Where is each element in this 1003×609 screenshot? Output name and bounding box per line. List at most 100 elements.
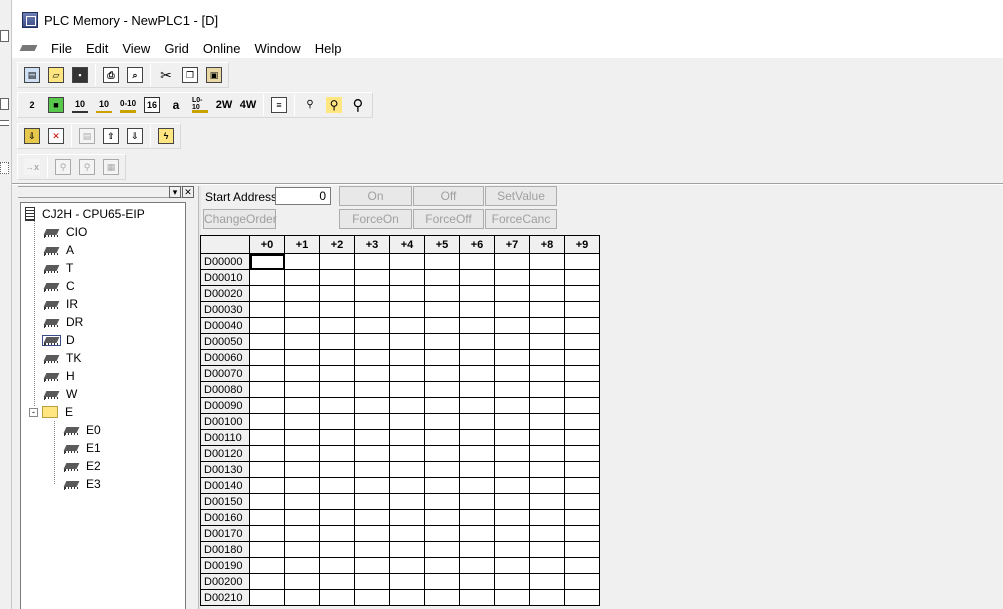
memory-cell[interactable] xyxy=(249,301,285,318)
memory-cell[interactable] xyxy=(494,557,530,574)
memory-cell[interactable] xyxy=(319,333,355,350)
memory-cell[interactable] xyxy=(459,253,495,270)
force-cancel-button[interactable]: ForceCanc xyxy=(485,209,557,229)
memory-cell[interactable] xyxy=(389,365,425,382)
memory-cell[interactable] xyxy=(249,349,285,366)
memory-cell[interactable] xyxy=(249,589,285,606)
memory-cell[interactable] xyxy=(354,573,390,590)
memory-cell[interactable] xyxy=(459,301,495,318)
memory-cell[interactable] xyxy=(249,285,285,302)
memory-cell[interactable] xyxy=(564,477,600,494)
memory-cell[interactable] xyxy=(424,493,460,510)
memory-cell[interactable] xyxy=(389,445,425,462)
column-header[interactable]: +5 xyxy=(424,235,460,254)
row-header[interactable]: D00060 xyxy=(200,349,250,366)
memory-cell[interactable] xyxy=(249,477,285,494)
memory-cell[interactable] xyxy=(494,365,530,382)
tree-item-e-folder[interactable]: - E xyxy=(29,403,73,421)
memory-cell[interactable] xyxy=(529,269,565,286)
memory-cell[interactable] xyxy=(319,477,355,494)
memory-cell[interactable] xyxy=(354,269,390,286)
memory-cell[interactable] xyxy=(249,317,285,334)
download-button[interactable]: ⇩ xyxy=(124,125,146,147)
memory-cell[interactable] xyxy=(354,253,390,270)
memory-cell[interactable] xyxy=(389,317,425,334)
memory-cell[interactable] xyxy=(319,509,355,526)
transfer-from-plc-button[interactable]: ⇩ xyxy=(21,125,43,147)
memory-cell[interactable] xyxy=(564,445,600,462)
memory-cell[interactable] xyxy=(529,525,565,542)
memory-cell[interactable] xyxy=(249,253,285,270)
row-header[interactable]: D00090 xyxy=(200,397,250,414)
memory-cell[interactable] xyxy=(564,349,600,366)
change-order-button[interactable]: ChangeOrder xyxy=(203,209,277,229)
memory-cell[interactable] xyxy=(389,509,425,526)
tree-item-e2[interactable]: E2 xyxy=(63,457,101,475)
memory-cell[interactable] xyxy=(564,509,600,526)
memory-cell[interactable] xyxy=(354,509,390,526)
menu-help[interactable]: Help xyxy=(308,41,349,56)
memory-cell[interactable] xyxy=(529,429,565,446)
row-header[interactable]: D00190 xyxy=(200,557,250,574)
compare-button[interactable]: ▤ xyxy=(76,125,98,147)
memory-cell[interactable] xyxy=(424,525,460,542)
memory-cell[interactable] xyxy=(529,461,565,478)
tree-item-e3[interactable]: E3 xyxy=(63,475,101,493)
memory-cell[interactable] xyxy=(494,589,530,606)
bcd-button[interactable]: 0-10 xyxy=(117,94,139,116)
column-header[interactable]: +4 xyxy=(389,235,425,254)
row-header[interactable]: D00140 xyxy=(200,477,250,494)
memory-cell[interactable] xyxy=(249,461,285,478)
memory-cell[interactable] xyxy=(564,253,600,270)
memory-cell[interactable] xyxy=(529,541,565,558)
memory-cell[interactable] xyxy=(424,429,460,446)
tree-item-tk[interactable]: TK xyxy=(43,349,81,367)
memory-cell[interactable] xyxy=(459,589,495,606)
menu-file[interactable]: File xyxy=(44,41,79,56)
four-word-button[interactable]: 4W xyxy=(237,94,259,116)
memory-cell[interactable] xyxy=(284,477,320,494)
memory-cell[interactable] xyxy=(319,589,355,606)
row-header[interactable]: D00120 xyxy=(200,445,250,462)
memory-cell[interactable] xyxy=(424,541,460,558)
memory-cell[interactable] xyxy=(564,573,600,590)
memory-cell[interactable] xyxy=(564,397,600,414)
memory-cell[interactable] xyxy=(249,381,285,398)
column-header[interactable]: +3 xyxy=(354,235,390,254)
row-header[interactable]: D00110 xyxy=(200,429,250,446)
memory-cell[interactable] xyxy=(424,397,460,414)
hex-button[interactable]: 16 xyxy=(141,94,163,116)
open-button[interactable]: ▱ xyxy=(45,64,67,86)
memory-cell[interactable] xyxy=(284,557,320,574)
memory-cell[interactable] xyxy=(249,573,285,590)
memory-cell[interactable] xyxy=(564,317,600,334)
memory-cell[interactable] xyxy=(494,397,530,414)
memory-cell[interactable] xyxy=(529,397,565,414)
memory-cell[interactable] xyxy=(494,285,530,302)
memory-cell[interactable] xyxy=(529,301,565,318)
memory-cell[interactable] xyxy=(249,333,285,350)
memory-cell[interactable] xyxy=(424,557,460,574)
on-button[interactable]: On xyxy=(339,186,412,206)
memory-cell[interactable] xyxy=(389,333,425,350)
monitor-button[interactable]: ϟ xyxy=(155,125,177,147)
row-header[interactable]: D00080 xyxy=(200,381,250,398)
memory-cell[interactable] xyxy=(319,349,355,366)
memory-cell[interactable] xyxy=(354,429,390,446)
memory-cell[interactable] xyxy=(389,573,425,590)
memory-cell[interactable] xyxy=(494,253,530,270)
search-button[interactable]: ⚲ xyxy=(76,156,98,178)
memory-cell[interactable] xyxy=(319,397,355,414)
memory-cell[interactable] xyxy=(249,541,285,558)
cut-button[interactable]: ✂ xyxy=(155,64,177,86)
memory-cell[interactable] xyxy=(494,333,530,350)
set-word-button[interactable]: ▦ xyxy=(100,156,122,178)
tree-item-t[interactable]: T xyxy=(43,259,73,277)
ascii-button[interactable]: a xyxy=(165,94,187,116)
row-header[interactable]: D00070 xyxy=(200,365,250,382)
column-header[interactable]: +1 xyxy=(284,235,320,254)
memory-cell[interactable] xyxy=(494,525,530,542)
memory-cell[interactable] xyxy=(319,557,355,574)
memory-cell[interactable] xyxy=(529,573,565,590)
save-button[interactable]: ▪ xyxy=(69,64,91,86)
